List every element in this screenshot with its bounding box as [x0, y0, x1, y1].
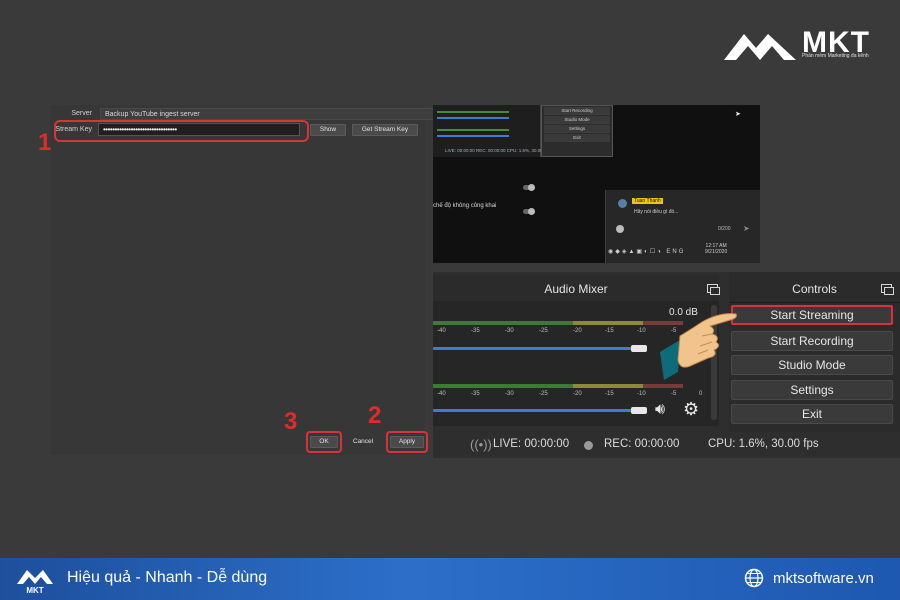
- mountain-logo-icon: [724, 34, 796, 60]
- volume-fader-handle[interactable]: [631, 407, 647, 414]
- toggle-switch[interactable]: [523, 184, 535, 191]
- mini-controls-menu: Start Recording Studio Mode Settings Exi…: [541, 105, 613, 157]
- callout-step-2: 2: [368, 402, 382, 429]
- mini-menu-item[interactable]: Studio Mode: [544, 116, 610, 124]
- audio-mixer-title: Audio Mixer: [544, 282, 608, 296]
- exit-button[interactable]: Exit: [731, 404, 893, 424]
- toggle-switch[interactable]: [523, 208, 535, 215]
- mkt-logo-icon: MKT: [17, 570, 53, 594]
- live-timer: LIVE: 00:00:00: [493, 438, 570, 450]
- footer-slogan: Hiệu quả - Nhanh - Dễ dùng: [67, 569, 268, 586]
- globe-icon: [744, 568, 764, 588]
- undock-icon[interactable]: [707, 284, 720, 295]
- chat-username: Tuan Thanh: [632, 198, 663, 204]
- scale-tick: -15: [605, 328, 614, 334]
- show-button[interactable]: Show: [310, 124, 346, 136]
- cancel-button[interactable]: Cancel: [346, 436, 380, 448]
- chat-char-counter: 0/200: [718, 226, 731, 232]
- scale-tick: -10: [637, 391, 646, 397]
- rec-dot-icon: [584, 441, 593, 450]
- footer-logo-text: MKT: [26, 586, 43, 594]
- callout-step-1: 1: [38, 129, 52, 156]
- controls-header: Controls: [729, 275, 900, 303]
- volume-fader-handle[interactable]: [631, 345, 647, 352]
- status-bar: ((•)) LIVE: 00:00:00 REC: 00:00:00 CPU: …: [433, 432, 900, 458]
- audio-meter-green: [433, 384, 573, 388]
- speaker-icon[interactable]: 🔊︎: [655, 401, 665, 419]
- audio-meter-yellow: [573, 321, 643, 325]
- footer-banner: MKT Hiệu quả - Nhanh - Dễ dùng mktsoftwa…: [0, 558, 900, 600]
- start-recording-button[interactable]: Start Recording: [731, 331, 893, 351]
- scale-tick: 0: [699, 391, 703, 397]
- mini-menu-item[interactable]: Exit: [544, 134, 610, 142]
- scale-tick: -30: [505, 328, 514, 334]
- controls-title: Controls: [792, 282, 837, 296]
- volume-fader-track[interactable]: [433, 409, 633, 412]
- controls-panel: Controls Start Streaming Start Recording…: [729, 272, 900, 432]
- footer-website-link[interactable]: mktsoftware.vn: [773, 570, 874, 587]
- volume-fader-track[interactable]: [433, 347, 633, 350]
- scale-tick: -25: [539, 328, 548, 334]
- emoji-icon[interactable]: [616, 225, 624, 233]
- mini-fader: [437, 135, 509, 137]
- screenshot-margin: [760, 105, 900, 265]
- get-stream-key-button[interactable]: Get Stream Key: [352, 124, 418, 136]
- live-broadcast-icon: ((•)): [470, 437, 492, 452]
- mini-meter: [437, 111, 509, 113]
- scale-tick: -35: [471, 391, 480, 397]
- hand-pointer-icon: [660, 313, 737, 380]
- scale-tick: -20: [573, 391, 582, 397]
- brand-logo: MKT Phần mềm Marketing đa kênh: [722, 26, 882, 66]
- scale-tick: -5: [671, 391, 677, 397]
- scale-tick: -20: [573, 328, 582, 334]
- rec-timer: REC: 00:00:00: [604, 438, 680, 450]
- studio-mode-button[interactable]: Studio Mode: [731, 355, 893, 375]
- scale-tick: -15: [605, 391, 614, 397]
- privacy-mode-text: chế độ không công khai: [433, 203, 497, 209]
- scale-tick: -35: [471, 328, 480, 334]
- scale-tick: -40: [437, 328, 446, 334]
- stream-key-input[interactable]: ••••••••••••••••••••••••••••••••: [98, 123, 300, 136]
- start-streaming-button[interactable]: Start Streaming: [731, 305, 893, 325]
- gear-icon[interactable]: ⚙: [683, 399, 699, 420]
- brand-tagline: Phần mềm Marketing đa kênh: [802, 53, 869, 59]
- settings-button[interactable]: Settings: [731, 380, 893, 400]
- mini-meter: [437, 129, 509, 131]
- taskbar-date: 9/21/2020: [705, 249, 728, 255]
- mini-menu-item[interactable]: Start Recording: [544, 107, 610, 115]
- mini-fader: [437, 117, 509, 119]
- server-value: Backup YouTube ingest server: [105, 111, 200, 118]
- audio-meter-yellow: [573, 384, 643, 388]
- scale-tick: -30: [505, 391, 514, 397]
- send-icon[interactable]: ➤: [743, 224, 750, 233]
- chat-input[interactable]: Hãy nói điều gì đó...: [634, 209, 678, 215]
- scale-tick: -40: [437, 391, 446, 397]
- server-select[interactable]: Backup YouTube ingest server ⇕: [100, 108, 468, 120]
- cursor-icon: ➤: [735, 111, 741, 118]
- scale-tick: -25: [539, 391, 548, 397]
- undock-icon[interactable]: [881, 284, 894, 295]
- mini-menu-item[interactable]: Settings: [544, 125, 610, 133]
- audio-meter-green: [433, 321, 573, 325]
- taskbar-clock: 12:17 AM 9/21/2020: [705, 243, 727, 255]
- callout-step-3: 3: [284, 408, 298, 435]
- mini-obs-window: LIVE: 00:00:00 REC: 00:00:00 CPU: 1.6%, …: [433, 105, 550, 157]
- server-label: Server: [71, 110, 92, 117]
- audio-mixer-header: Audio Mixer: [433, 275, 719, 303]
- avatar: [618, 199, 627, 208]
- stream-key-label: Stream Key: [55, 126, 92, 133]
- ok-button[interactable]: OK: [310, 436, 338, 448]
- scale-tick: -10: [637, 328, 646, 334]
- cpu-status: CPU: 1.6%, 30.00 fps: [708, 438, 819, 450]
- youtube-studio-screenshot: LIVE: 00:00:00 REC: 00:00:00 CPU: 1.6%, …: [433, 105, 760, 263]
- taskbar-tray-icons: ◉◆◈▲▣◐☐◑ ENG: [608, 249, 686, 255]
- mini-status-text: LIVE: 00:00:00 REC: 00:00:00 CPU: 1.6%, …: [445, 148, 551, 153]
- apply-button[interactable]: Apply: [390, 436, 424, 448]
